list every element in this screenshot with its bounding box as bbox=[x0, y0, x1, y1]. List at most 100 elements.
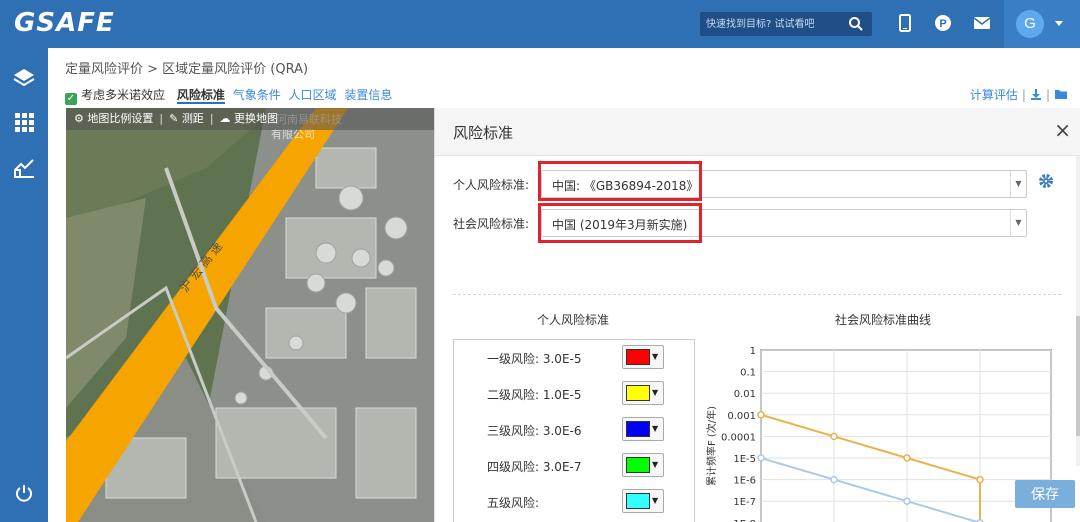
data-point bbox=[830, 432, 838, 441]
risk-level-row: 四级风险: 3.0E-7 ▼ bbox=[454, 453, 694, 479]
social-risk-label: 社会风险标准: bbox=[453, 217, 530, 231]
domino-checkbox[interactable]: ✓ 考虑多米诺效应 bbox=[65, 88, 169, 105]
pencil-icon: ✎ bbox=[169, 112, 179, 125]
color-swatch bbox=[626, 385, 650, 401]
color-picker[interactable]: ▼ bbox=[622, 453, 664, 477]
color-picker[interactable]: ▼ bbox=[622, 345, 664, 369]
scrollbar-thumb[interactable] bbox=[1076, 316, 1080, 436]
y-tick-label: 0.0001 bbox=[721, 432, 756, 443]
data-point bbox=[903, 497, 911, 505]
color-swatch bbox=[626, 349, 650, 365]
risk-levels-list: 一级风险: 3.0E-5 ▼ 二级风险: 1.0E-5 ▼ 三级风险: 3.0E… bbox=[453, 339, 695, 522]
tab-bar: ✓ 考虑多米诺效应 风险标准 气象条件 人口区域 装置信息 bbox=[65, 86, 396, 105]
switch-map-button[interactable]: ☁ 更换地图 bbox=[220, 112, 279, 125]
y-tick-label: 1E-5 bbox=[733, 454, 756, 465]
top-bar: GSAFE P G bbox=[0, 0, 1080, 48]
download-icon[interactable] bbox=[1030, 88, 1042, 100]
y-tick-label: 0.01 bbox=[734, 389, 756, 400]
panel-header: 风险标准 × bbox=[435, 108, 1080, 156]
color-picker[interactable]: ▼ bbox=[622, 381, 664, 405]
y-tick-label: 1E-7 bbox=[733, 497, 756, 508]
app-logo[interactable]: GSAFE bbox=[14, 8, 115, 38]
map-toolbar: ⚙ 地图比例设置 | ✎ 测距 | ☁ 更换地图 bbox=[66, 108, 434, 130]
search-icon[interactable] bbox=[848, 16, 864, 32]
settings-gear-icon[interactable] bbox=[1037, 172, 1055, 190]
data-point bbox=[757, 454, 765, 462]
breadcrumb: 定量风险评价 > 区域定量风险评价 (QRA) bbox=[65, 62, 309, 77]
mobile-icon[interactable] bbox=[894, 12, 916, 34]
svg-text:P: P bbox=[939, 18, 946, 30]
right-toolbar: 计算评估 | | bbox=[970, 86, 1068, 103]
points-icon[interactable]: P bbox=[932, 12, 954, 34]
chevron-down-icon[interactable]: ▼ bbox=[1010, 171, 1026, 197]
y-tick-label: 1E-6 bbox=[733, 476, 756, 487]
risk-level-row: 三级风险: 3.0E-6 ▼ bbox=[454, 417, 694, 443]
social-risk-chart: 10.10.010.0010.00011E-51E-61E-71E-8累计频率F… bbox=[705, 346, 1052, 522]
satellite-map-image[interactable]: 沪 宏 高 速 河南易联科技 有限公司 bbox=[66, 108, 434, 522]
risk-level-label: 四级风险: 3.0E-7 bbox=[487, 460, 582, 474]
left-nav bbox=[0, 48, 48, 522]
highlight-box-individual bbox=[538, 161, 702, 201]
scale-setting-button[interactable]: ⚙ 地图比例设置 bbox=[74, 112, 153, 125]
dropdown-arrow-icon[interactable]: ▼ bbox=[652, 460, 658, 469]
cloud-icon: ☁ bbox=[219, 112, 231, 125]
divider bbox=[453, 294, 1061, 295]
grid-icon[interactable] bbox=[12, 110, 36, 134]
tab-population[interactable]: 人口区域 bbox=[289, 88, 337, 102]
folder-icon[interactable] bbox=[1054, 88, 1068, 100]
scale-setting-label: 地图比例设置 bbox=[87, 112, 154, 125]
measure-label: 测距 bbox=[181, 112, 204, 125]
tab-equipment[interactable]: 装置信息 bbox=[344, 88, 392, 102]
data-point bbox=[903, 454, 911, 462]
risk-level-label: 三级风险: 3.0E-6 bbox=[487, 424, 582, 438]
panel-scrollbar[interactable] bbox=[1076, 156, 1080, 466]
chevron-down-icon[interactable]: ▼ bbox=[1010, 210, 1026, 236]
tab-weather[interactable]: 气象条件 bbox=[233, 88, 281, 102]
y-tick-label: 0.1 bbox=[740, 368, 756, 379]
power-icon[interactable] bbox=[12, 482, 36, 506]
search-input[interactable] bbox=[700, 12, 840, 36]
risk-level-label: 五级风险: bbox=[487, 496, 540, 510]
calc-evaluate-link[interactable]: 计算评估 bbox=[970, 88, 1018, 102]
search-box bbox=[700, 12, 872, 36]
color-picker[interactable]: ▼ bbox=[622, 489, 664, 513]
individual-risk-label: 个人风险标准: bbox=[453, 178, 530, 192]
measure-button[interactable]: ✎ 测距 bbox=[169, 112, 204, 125]
risk-standard-panel: 风险标准 × 个人风险标准: 中国: 《GB36894-2018》 ▼ 社会风险… bbox=[434, 108, 1080, 522]
color-swatch bbox=[626, 457, 650, 473]
close-icon[interactable]: × bbox=[1054, 120, 1071, 140]
domino-checkbox-label: 考虑多米诺效应 bbox=[81, 88, 166, 102]
highlight-box-social bbox=[538, 203, 702, 243]
save-button[interactable]: 保存 bbox=[1015, 480, 1075, 508]
check-icon[interactable]: ✓ bbox=[65, 93, 77, 105]
risk-level-row: 五级风险: ▼ bbox=[454, 489, 694, 515]
data-point bbox=[830, 475, 838, 484]
chart-icon[interactable] bbox=[12, 156, 36, 180]
panel-title: 风险标准 bbox=[453, 124, 514, 142]
risk-level-label: 二级风险: 1.0E-5 bbox=[487, 388, 582, 402]
dropdown-arrow-icon[interactable]: ▼ bbox=[652, 424, 658, 433]
y-tick-label: 1 bbox=[750, 346, 756, 357]
map-view[interactable]: 沪 宏 高 速 河南易联科技 有限公司 ⚙ 地图比例设置|✎ 测距|☁ 更换地图 bbox=[66, 108, 434, 522]
tab-risk-standard[interactable]: 风险标准 bbox=[176, 88, 225, 104]
dropdown-arrow-icon[interactable]: ▼ bbox=[652, 352, 658, 361]
layers-icon[interactable] bbox=[12, 66, 36, 90]
color-swatch bbox=[626, 421, 650, 437]
avatar[interactable]: G bbox=[1016, 10, 1044, 38]
user-menu[interactable]: G bbox=[1004, 0, 1080, 48]
risk-level-row: 一级风险: 3.0E-5 ▼ bbox=[454, 345, 694, 371]
main-content: 定量风险评价 > 区域定量风险评价 (QRA) ✓ 考虑多米诺效应 风险标准 气象… bbox=[48, 48, 1080, 522]
risk-level-row: 二级风险: 1.0E-5 ▼ bbox=[454, 381, 694, 407]
risk-level-label: 一级风险: 3.0E-5 bbox=[487, 352, 582, 366]
caret-down-icon[interactable] bbox=[1054, 20, 1064, 28]
y-tick-label: 0.001 bbox=[727, 411, 756, 422]
dropdown-arrow-icon[interactable]: ▼ bbox=[652, 388, 658, 397]
y-axis-label: 累计频率F (次/年) bbox=[705, 406, 718, 486]
color-picker[interactable]: ▼ bbox=[622, 417, 664, 441]
social-risk-chart-title: 社会风险标准曲线 bbox=[835, 313, 932, 327]
switch-map-label: 更换地图 bbox=[234, 112, 279, 125]
individual-risk-section-title: 个人风险标准 bbox=[537, 313, 610, 327]
mail-icon[interactable] bbox=[971, 12, 993, 34]
gear-icon: ⚙ bbox=[74, 112, 84, 125]
dropdown-arrow-icon[interactable]: ▼ bbox=[652, 496, 658, 505]
